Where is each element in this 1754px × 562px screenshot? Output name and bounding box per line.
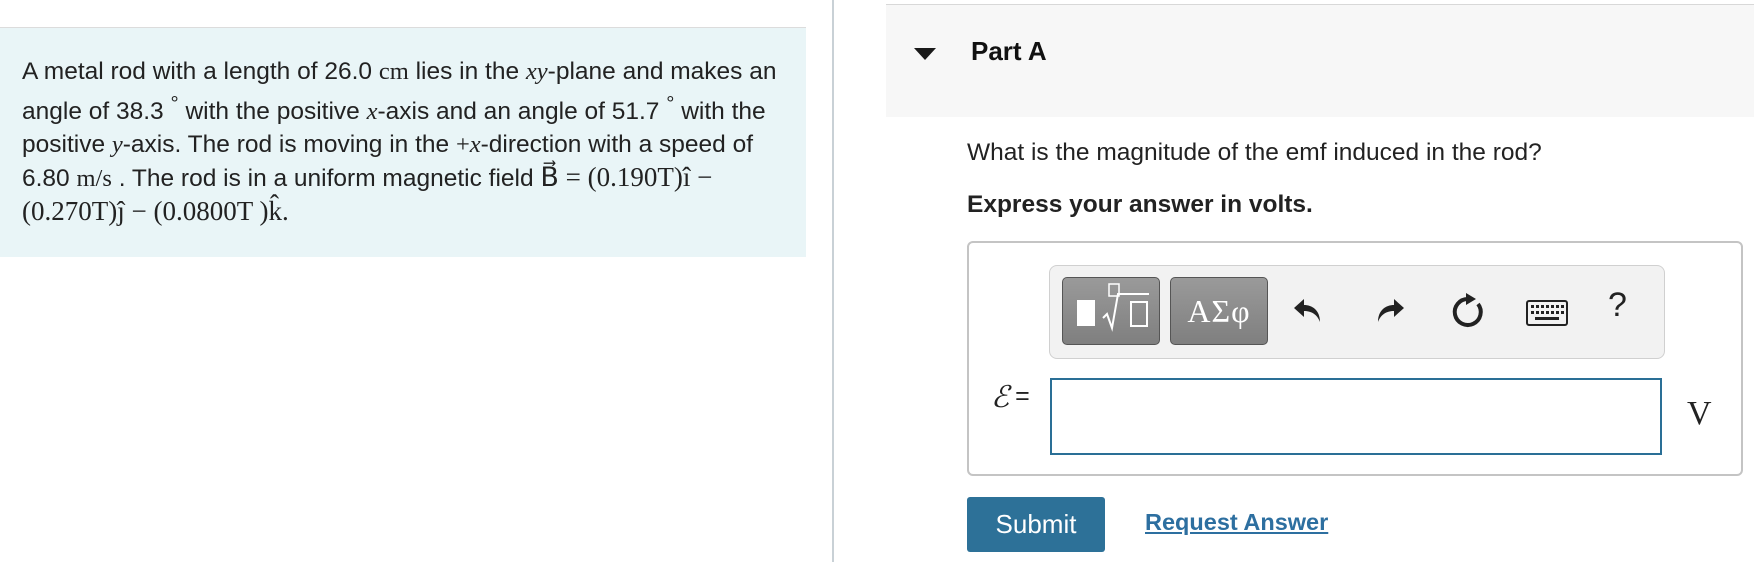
- templates-button[interactable]: [1062, 277, 1160, 345]
- math-toolbar: ΑΣφ ?: [1049, 265, 1665, 359]
- redo-icon[interactable]: [1368, 292, 1408, 332]
- emf-symbol: ℰ: [991, 381, 1010, 414]
- problem-text: -axis and an angle of 51.7: [377, 98, 667, 126]
- problem-text: A metal rod with a length of 26.0: [22, 58, 379, 85]
- y-variable: y: [111, 131, 123, 159]
- templates-icon: [1077, 283, 1149, 332]
- instruction-text: Express your answer in volts.: [967, 191, 1313, 218]
- x-variable: x: [469, 131, 481, 159]
- problem-text: -axis. The rod is moving in the: [122, 131, 456, 159]
- keyboard-icon[interactable]: [1526, 300, 1568, 326]
- equals-sign: =: [1015, 382, 1030, 410]
- degree-symbol: °: [170, 93, 179, 115]
- undo-icon[interactable]: [1290, 292, 1330, 332]
- answer-input[interactable]: [1050, 378, 1662, 455]
- symbols-label: ΑΣφ: [1187, 292, 1251, 329]
- unit-label: V: [1687, 395, 1712, 432]
- answer-panel: ΑΣφ ? ℰ = V: [967, 241, 1743, 476]
- emf-label: ℰ =: [991, 380, 1030, 415]
- request-answer-link[interactable]: Request Answer: [1145, 509, 1328, 536]
- length-unit: cm: [378, 58, 409, 85]
- problem-text: . The rod is in a uniform magnetic field: [111, 165, 541, 193]
- pane-divider[interactable]: [832, 0, 834, 562]
- part-title: Part A: [971, 36, 1047, 66]
- help-button[interactable]: ?: [1608, 286, 1627, 325]
- direction-sign: +: [455, 131, 470, 159]
- problem-text: lies in the: [408, 58, 526, 85]
- reset-icon[interactable]: [1448, 292, 1488, 332]
- submit-button[interactable]: Submit: [967, 497, 1105, 552]
- x-variable: x: [366, 98, 378, 126]
- problem-text: with the positive: [178, 98, 367, 126]
- question-text: What is the magnitude of the emf induced…: [967, 139, 1542, 166]
- symbols-button[interactable]: ΑΣφ: [1170, 277, 1268, 345]
- plane-variable: xy: [525, 58, 548, 85]
- part-header[interactable]: Part A: [886, 4, 1754, 117]
- problem-statement: A metal rod with a length of 26.0 cm lie…: [0, 28, 806, 257]
- caret-down-icon[interactable]: [914, 48, 936, 60]
- speed-unit: m/s: [76, 165, 112, 193]
